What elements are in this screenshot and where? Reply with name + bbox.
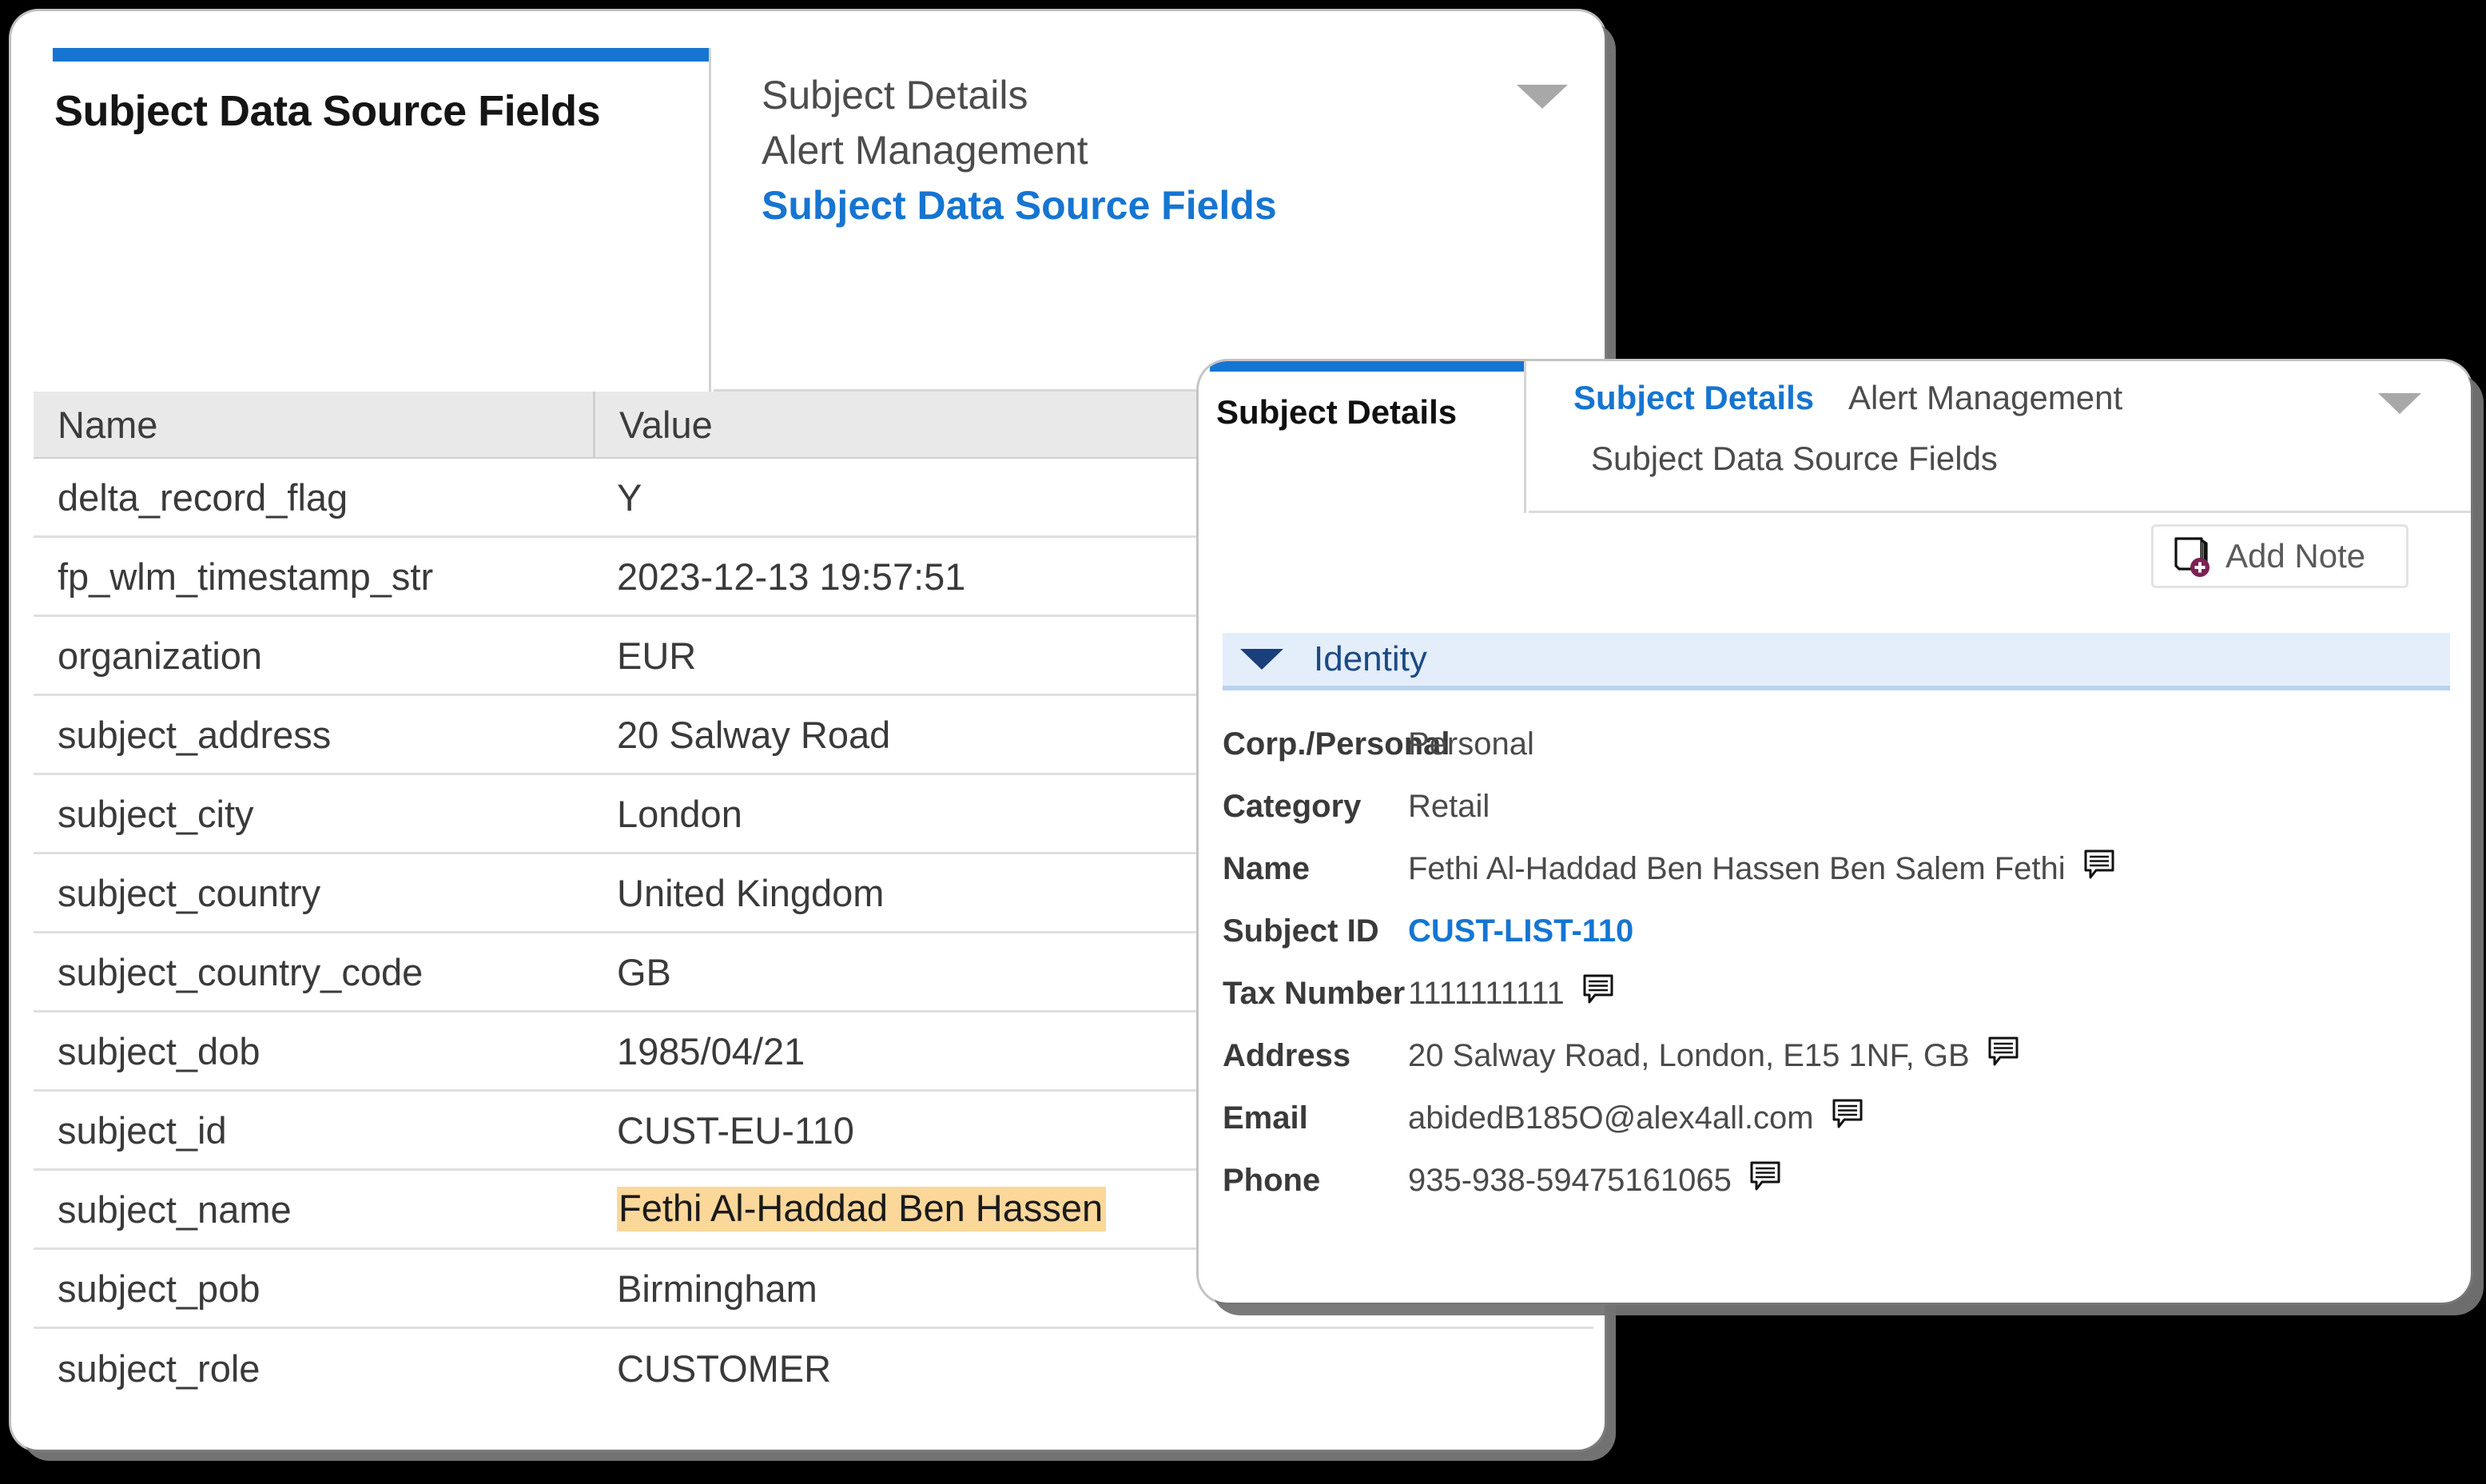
back-panel-title: Subject Data Source Fields xyxy=(54,87,601,135)
field-value-text: 935-938-59475161065 xyxy=(1408,1162,1732,1198)
detail-field-row: Tax Number 1111111111 xyxy=(1223,962,2453,1024)
field-label: Phone xyxy=(1223,1162,1321,1198)
back-dropdown-item-subject-details[interactable]: Subject Details xyxy=(762,72,1028,118)
back-panel-dropdown-menu: Subject Details Alert Management Subject… xyxy=(714,48,1593,392)
field-value-link[interactable]: CUST-LIST-110 xyxy=(1408,913,1633,949)
back-dropdown-item-subject-data-source-fields[interactable]: Subject Data Source Fields xyxy=(762,182,1277,229)
field-value-text: Fethi Al-Haddad Ben Hassen Ben Salem Fet… xyxy=(1408,850,2066,886)
field-value-text: 1111111111 xyxy=(1408,975,1565,1011)
toolbar: Add Note xyxy=(1199,513,2471,596)
comment-bubble-icon[interactable] xyxy=(1987,1036,2019,1076)
front-active-tab-accent-bar xyxy=(1210,361,1524,372)
field-label: Address xyxy=(1223,1037,1351,1073)
back-panel-tab-row: Subject Data Source Fields Subject Detai… xyxy=(34,48,1593,392)
field-label: Email xyxy=(1223,1100,1308,1136)
front-panel-dropdown-menu: Subject Details Alert Management Subject… xyxy=(1529,361,2471,513)
detail-field-row: Phone 935-938-59475161065 xyxy=(1223,1149,2453,1211)
add-note-button[interactable]: Add Note xyxy=(2151,524,2408,588)
cell-name: subject_pob xyxy=(34,1250,593,1329)
field-label: Corp./Personal xyxy=(1223,726,1450,762)
field-value: abidedB185O@alex4all.com xyxy=(1408,1098,1864,1138)
identity-section-title: Identity xyxy=(1314,639,1427,678)
cell-name: subject_country xyxy=(34,854,593,933)
comment-bubble-icon[interactable] xyxy=(1832,1098,1864,1138)
field-value: Retail xyxy=(1408,789,1490,825)
detail-field-row: Subject ID CUST-LIST-110 xyxy=(1223,900,2453,962)
screenshot-stage: Subject Data Source Fields Subject Detai… xyxy=(0,0,2486,1484)
cell-name: delta_record_flag xyxy=(34,459,593,538)
front-panel-active-tab[interactable]: Subject Details xyxy=(1199,361,1526,513)
field-value: 20 Salway Road, London, E15 1NF, GB xyxy=(1408,1036,2019,1076)
field-value-text: 20 Salway Road, London, E15 1NF, GB xyxy=(1408,1037,1970,1073)
cell-name: subject_role xyxy=(58,1347,261,1390)
add-note-icon xyxy=(2170,534,2214,579)
cell-name: subject_country_code xyxy=(34,933,593,1013)
detail-field-row: Address 20 Salway Road, London, E15 1NF, … xyxy=(1223,1024,2453,1087)
detail-field-row: Email abidedB185O@alex4all.com xyxy=(1223,1087,2453,1149)
detail-field-row: Name Fethi Al-Haddad Ben Hassen Ben Salem… xyxy=(1223,837,2453,900)
highlighted-value: Fethi Al-Haddad Ben Hassen xyxy=(617,1187,1107,1231)
field-value: 935-938-59475161065 xyxy=(1408,1160,1781,1200)
column-header-name[interactable]: Name xyxy=(34,392,593,457)
field-value: Fethi Al-Haddad Ben Hassen Ben Salem Fet… xyxy=(1408,849,2115,889)
comment-bubble-icon[interactable] xyxy=(1749,1160,1781,1200)
comment-bubble-icon[interactable] xyxy=(1582,973,1614,1013)
chevron-down-icon[interactable] xyxy=(1517,85,1568,109)
detail-field-row: Category Retail xyxy=(1223,775,2453,837)
back-panel-active-tab[interactable]: Subject Data Source Fields xyxy=(34,48,711,392)
subject-details-panel: Subject Details Subject Details Alert Ma… xyxy=(1199,361,2471,1303)
field-label: Name xyxy=(1223,850,1310,886)
chevron-down-icon[interactable] xyxy=(2378,393,2421,414)
front-dropdown-item-subject-data-source-fields[interactable]: Subject Data Source Fields xyxy=(1591,440,1998,478)
identity-field-list: Corp./Personal Personal Category Retail Name… xyxy=(1223,713,2453,1211)
field-value-text: CUST-LIST-110 xyxy=(1408,913,1634,949)
cell-name: fp_wlm_timestamp_str xyxy=(34,538,593,617)
table-row[interactable]: subject_role CUSTOMER xyxy=(34,1329,1593,1408)
front-panel-title: Subject Details xyxy=(1216,393,1458,431)
front-panel-tab-row: Subject Details Subject Details Alert Ma… xyxy=(1199,361,2471,513)
cell-name: organization xyxy=(34,617,593,696)
cell-name: subject_city xyxy=(34,775,593,854)
active-tab-accent-bar xyxy=(53,48,709,62)
front-dropdown-item-alert-management[interactable]: Alert Management xyxy=(1848,379,2122,417)
field-label: Category xyxy=(1223,788,1362,824)
comment-bubble-icon[interactable] xyxy=(2083,849,2115,889)
field-value: Personal xyxy=(1408,726,1534,762)
caret-down-icon[interactable] xyxy=(1240,649,1283,670)
field-value-text: Retail xyxy=(1408,788,1490,824)
identity-section-header[interactable]: Identity xyxy=(1223,633,2450,690)
detail-field-row: Corp./Personal Personal xyxy=(1223,713,2453,775)
cell-name: subject_dob xyxy=(34,1013,593,1092)
cell-value: CUSTOMER xyxy=(617,1347,832,1390)
front-dropdown-item-subject-details[interactable]: Subject Details xyxy=(1573,379,1814,417)
field-value: 1111111111 xyxy=(1408,973,1614,1013)
field-label: Tax Number xyxy=(1223,975,1406,1011)
field-value-text: abidedB185O@alex4all.com xyxy=(1408,1100,1814,1136)
cell-name: subject_id xyxy=(34,1092,593,1171)
back-dropdown-item-alert-management[interactable]: Alert Management xyxy=(762,127,1088,173)
cell-name: subject_name xyxy=(34,1171,593,1250)
field-value-text: Personal xyxy=(1408,726,1534,762)
add-note-label: Add Note xyxy=(2225,537,2366,575)
cell-name: subject_address xyxy=(34,696,593,775)
field-label: Subject ID xyxy=(1223,913,1379,949)
